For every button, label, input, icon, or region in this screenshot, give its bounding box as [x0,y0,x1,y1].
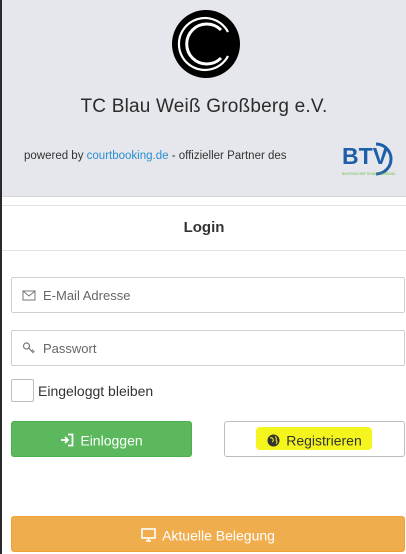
btv-logo: BTV BAYERISCHER TENNIS-VERBAND [342,142,396,176]
monitor-icon [141,528,156,543]
btv-logo-text: BTV [342,143,389,169]
current-occupancy-label: Aktuelle Belegung [162,527,275,544]
password-field[interactable]: Passwort [11,330,405,366]
current-occupancy-button[interactable]: Aktuelle Belegung [11,516,405,552]
remember-me-checkbox[interactable] [11,379,34,402]
envelope-icon [22,290,36,301]
club-logo-icon [172,10,240,78]
globe-icon [267,434,280,447]
btv-logo-subtext: BAYERISCHER TENNIS-VERBAND [342,172,396,176]
club-name: TC Blau Weiß Großberg e.V. [80,96,328,117]
login-title: Login [2,205,406,251]
login-button-label: Einloggen [80,432,143,449]
club-header: TC Blau Weiß Großberg e.V. powered by co… [2,0,406,197]
courtbooking-link[interactable]: courtbooking.de [87,150,169,162]
key-icon [22,342,35,354]
register-button-label: Registrieren [286,432,362,449]
powered-prefix: powered by [24,150,87,162]
password-placeholder: Passwort [43,341,97,356]
email-field[interactable]: E-Mail Adresse [11,277,405,313]
sign-in-icon [61,433,74,447]
powered-suffix: - offizieller Partner des [168,150,287,162]
remember-me-label[interactable]: Eingeloggt bleiben [38,383,153,399]
email-placeholder: E-Mail Adresse [43,288,131,303]
register-button[interactable]: Registrieren [224,421,405,457]
powered-by-text: powered by courtbooking.de - offizieller… [24,150,287,162]
login-button[interactable]: Einloggen [11,421,192,457]
